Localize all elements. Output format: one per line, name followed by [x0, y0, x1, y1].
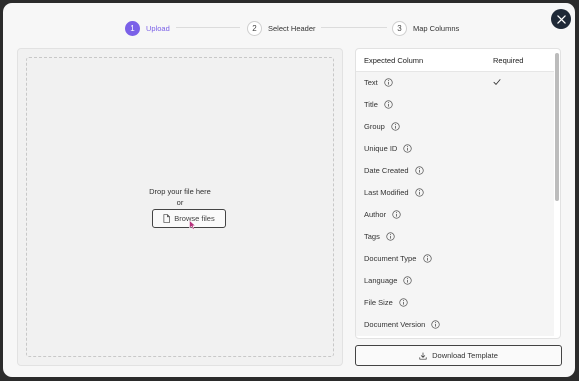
check-icon	[493, 79, 501, 85]
info-icon[interactable]	[392, 210, 401, 219]
step-number: 1	[125, 20, 140, 36]
step-connector	[176, 27, 240, 28]
column-row: Unique ID	[356, 138, 554, 161]
close-icon	[556, 14, 566, 24]
mouse-cursor-icon	[189, 220, 196, 230]
column-row: Group	[356, 116, 554, 139]
info-icon[interactable]	[384, 100, 393, 109]
step-map-columns[interactable]: 3 Map Columns	[392, 19, 459, 37]
column-row: Document Type	[356, 248, 554, 271]
upload-panel: Drop your file here or Browse files	[17, 48, 343, 366]
column-row: File Size	[356, 292, 554, 315]
column-label: Group	[364, 122, 385, 131]
column-row: Text	[356, 72, 554, 95]
column-row: Document Version	[356, 314, 554, 337]
column-row: Author	[356, 204, 554, 227]
info-icon[interactable]	[422, 254, 432, 263]
download-template-button[interactable]: Download Template	[355, 345, 562, 366]
column-label: Last Modified	[364, 188, 409, 197]
column-label: Language	[364, 276, 398, 285]
info-icon[interactable]	[431, 320, 440, 329]
step-label: Select Header	[268, 23, 316, 33]
or-text: or	[176, 198, 184, 207]
info-icon[interactable]	[391, 122, 400, 131]
column-label: Text	[364, 78, 378, 87]
column-label: Document Type	[364, 254, 417, 263]
info-icon[interactable]	[403, 144, 412, 153]
close-button[interactable]	[551, 9, 571, 29]
stepper: 1 Upload 2 Select Header 3 Map Columns	[3, 19, 575, 37]
column-label: Unique ID	[364, 144, 398, 153]
step-number: 2	[247, 20, 262, 36]
info-icon[interactable]	[403, 276, 412, 285]
scrollbar-thumb[interactable]	[555, 53, 559, 201]
column-label: File Size	[364, 298, 393, 307]
upload-modal: 1 Upload 2 Select Header 3 Map Columns D…	[3, 3, 575, 377]
info-icon[interactable]	[414, 188, 424, 197]
info-icon[interactable]	[384, 78, 393, 87]
column-row: Last Modified	[356, 182, 554, 205]
columns-panel: Expected Column Required Text Title Group U…	[355, 48, 561, 339]
table-header: Expected Column Required	[356, 49, 554, 72]
column-label: Tags	[364, 232, 380, 241]
download-template-label: Download Template	[432, 351, 498, 360]
step-select-header[interactable]: 2 Select Header	[247, 19, 316, 37]
required-header: Required	[493, 56, 524, 65]
file-icon	[163, 214, 171, 223]
step-label: Map Columns	[413, 23, 460, 33]
info-icon[interactable]	[399, 298, 408, 307]
column-row: Date Created	[356, 160, 554, 183]
column-label: Author	[364, 210, 387, 219]
info-icon[interactable]	[414, 166, 424, 175]
column-label: Title	[364, 100, 378, 109]
column-row: Language	[356, 270, 554, 293]
expected-column-header: Expected Column	[364, 56, 424, 65]
step-number: 3	[392, 20, 407, 36]
info-icon[interactable]	[386, 232, 395, 241]
download-icon	[419, 351, 427, 360]
step-label: Upload	[146, 23, 170, 33]
column-label: Date Created	[364, 166, 409, 175]
step-connector	[321, 27, 387, 28]
column-label: Document Version	[364, 320, 426, 329]
drop-zone[interactable]: Drop your file here or Browse files	[26, 57, 334, 357]
column-row: Title	[356, 94, 554, 117]
drop-text: Drop your file here	[149, 187, 211, 196]
column-row: Tags	[356, 226, 554, 249]
step-upload[interactable]: 1 Upload	[125, 19, 170, 37]
